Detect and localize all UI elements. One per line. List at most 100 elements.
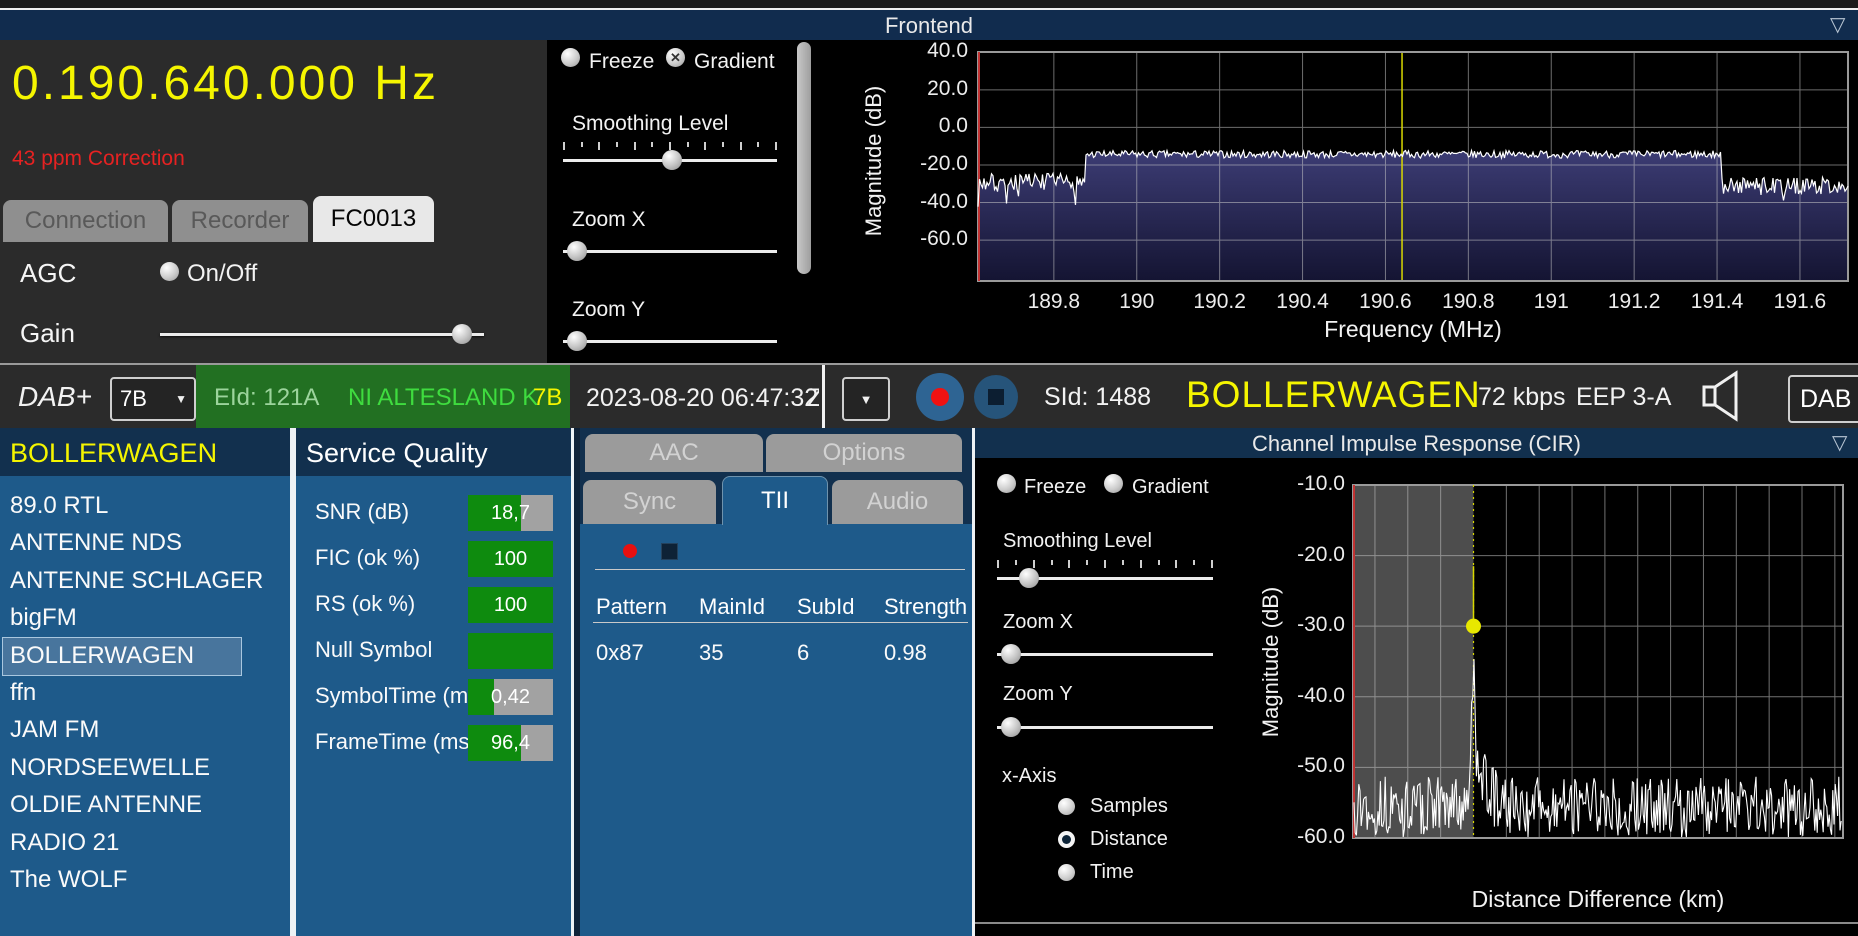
- quality-value: 96,4: [491, 731, 530, 754]
- slider-tick: [633, 142, 636, 150]
- spectrum-x-tick: 191.6: [1773, 290, 1827, 313]
- tab-aac[interactable]: AAC: [585, 434, 763, 472]
- tii-column-header: Pattern: [596, 594, 667, 619]
- station-list-item[interactable]: RADIO 21: [0, 824, 298, 861]
- slider-thumb[interactable]: [661, 150, 682, 170]
- cir-zoom-x-slider[interactable]: [997, 634, 1213, 666]
- slider-track[interactable]: [563, 250, 777, 253]
- slider-tick: [616, 142, 618, 147]
- slider-tick: [669, 142, 671, 150]
- slider-track[interactable]: [563, 340, 777, 343]
- station-list-item[interactable]: bigFM: [0, 599, 298, 636]
- tii-cell: 35: [699, 640, 724, 665]
- station-list-item[interactable]: NORDSEEWELLE: [0, 749, 298, 786]
- cir-collapse-icon[interactable]: ▽: [1832, 430, 1847, 455]
- tii-divider: [595, 569, 965, 570]
- spectrum-panel-scrollbar[interactable]: [797, 42, 811, 274]
- slider-thumb[interactable]: [566, 241, 587, 261]
- speaker-icon[interactable]: [1700, 369, 1746, 423]
- radio-option-distance[interactable]: Distance: [1058, 827, 1168, 851]
- datetime: 2023-08-20 06:47:32: [586, 384, 819, 412]
- radio-icon[interactable]: [1058, 863, 1075, 881]
- station-list-item[interactable]: 89.0 RTL: [0, 487, 298, 524]
- spectrum-zoom-y-slider[interactable]: [563, 321, 777, 353]
- radio-label: Time: [1090, 860, 1134, 883]
- radio-icon[interactable]: [1058, 797, 1075, 815]
- tab-fc0013[interactable]: FC0013: [313, 196, 434, 242]
- slider-tick: [1014, 560, 1017, 565]
- slider-tick: [1211, 560, 1213, 568]
- tab-options[interactable]: Options: [766, 434, 962, 472]
- agc-label: AGC: [20, 258, 77, 288]
- spectrum-x-tick: 189.8: [1027, 290, 1081, 313]
- expand-dropdown-button[interactable]: ▼: [842, 377, 890, 421]
- station-list-item[interactable]: OLDIE ANTENNE: [0, 786, 298, 823]
- cir-gradient-checkbox[interactable]: [1104, 474, 1123, 493]
- cir-smoothing-slider[interactable]: [997, 558, 1213, 590]
- record-button[interactable]: [916, 373, 964, 421]
- radio-label: Distance: [1090, 827, 1168, 850]
- tii-record-indicator[interactable]: [623, 544, 637, 558]
- spectrum-y-tick: -20.0: [920, 151, 968, 175]
- slider-tick: [997, 560, 999, 568]
- agc-toggle[interactable]: [160, 262, 179, 281]
- tab-tii[interactable]: TII: [722, 476, 828, 525]
- spectrum-freeze-checkbox[interactable]: [561, 48, 580, 67]
- spectrum-freeze-label: Freeze: [589, 50, 655, 73]
- tab-connection[interactable]: Connection: [3, 200, 168, 242]
- output-mode-dropdown[interactable]: DAB ▼: [1788, 375, 1858, 423]
- tab-audio[interactable]: Audio: [832, 480, 963, 524]
- quality-value-badge: 100: [468, 541, 553, 577]
- radio-option-samples[interactable]: Samples: [1058, 794, 1168, 818]
- spectrum-zoom-x-slider[interactable]: [563, 231, 777, 263]
- cir-zoom-y-slider[interactable]: [997, 707, 1213, 739]
- quality-value: 100: [493, 547, 528, 570]
- cir-x-axis-title: Distance Difference (km): [1471, 886, 1725, 912]
- gain-label: Gain: [20, 318, 75, 348]
- tab-sync[interactable]: Sync: [583, 480, 716, 524]
- cir-x-axis-options: Samples Distance Time: [1058, 794, 1278, 894]
- station-list-item[interactable]: ANTENNE NDS: [0, 524, 298, 561]
- station-list-item[interactable]: ANTENNE SCHLAGER: [0, 562, 298, 599]
- slider-tick: [686, 142, 689, 147]
- tab-recorder[interactable]: Recorder: [172, 200, 308, 242]
- cir-plot[interactable]: [1351, 483, 1845, 841]
- slider-tick: [563, 142, 565, 150]
- quality-value-badge: 100: [468, 587, 553, 623]
- spectrum-gradient-label: Gradient: [694, 50, 775, 73]
- slider-tick: [580, 142, 583, 147]
- channel-dropdown[interactable]: 7B ▼: [110, 377, 196, 421]
- spectrum-y-tick-labels: 40.0 20.0 0.0 -20.0 -40.0 -60.0: [880, 0, 968, 350]
- gain-slider[interactable]: [160, 314, 484, 346]
- slider-thumb[interactable]: [1000, 717, 1021, 737]
- station-list-item[interactable]: JAM FM: [0, 711, 298, 748]
- cir-freeze-checkbox[interactable]: [997, 474, 1016, 493]
- agc-onoff-label: On/Off: [187, 260, 258, 287]
- slider-thumb[interactable]: [451, 324, 472, 344]
- tii-stop-indicator[interactable]: [661, 543, 678, 560]
- quality-row-label: SNR (dB): [315, 499, 410, 524]
- station-list-item[interactable]: BOLLERWAGEN: [0, 637, 298, 674]
- frontend-collapse-icon[interactable]: ▽: [1830, 12, 1845, 37]
- spectrum-gradient-checkbox[interactable]: [666, 48, 685, 67]
- radio-option-time[interactable]: Time: [1058, 860, 1134, 884]
- station-list-item[interactable]: The WOLF: [0, 861, 298, 898]
- stop-button[interactable]: [974, 375, 1018, 419]
- slider-thumb[interactable]: [1018, 568, 1039, 588]
- slider-thumb[interactable]: [1000, 644, 1021, 664]
- slider-track[interactable]: [160, 333, 484, 336]
- station-list-item[interactable]: ffn: [0, 674, 298, 711]
- spectrum-x-tick: 190.6: [1359, 290, 1412, 313]
- slider-thumb[interactable]: [566, 331, 587, 351]
- quality-value: 100: [493, 593, 528, 616]
- spectrum-x-tick: 190.8: [1442, 290, 1495, 313]
- slider-track[interactable]: [997, 653, 1213, 656]
- spectrum-smoothing-slider[interactable]: [563, 140, 777, 172]
- spectrum-y-tick: 40.0: [927, 39, 968, 63]
- tii-column-header: Strength: [884, 594, 968, 619]
- radio-icon[interactable]: [1058, 830, 1075, 848]
- channel-dropdown-value: 7B: [120, 386, 147, 411]
- spectrum-plot[interactable]: [976, 50, 1850, 284]
- slider-tick: [1193, 560, 1196, 565]
- slider-track[interactable]: [997, 726, 1213, 729]
